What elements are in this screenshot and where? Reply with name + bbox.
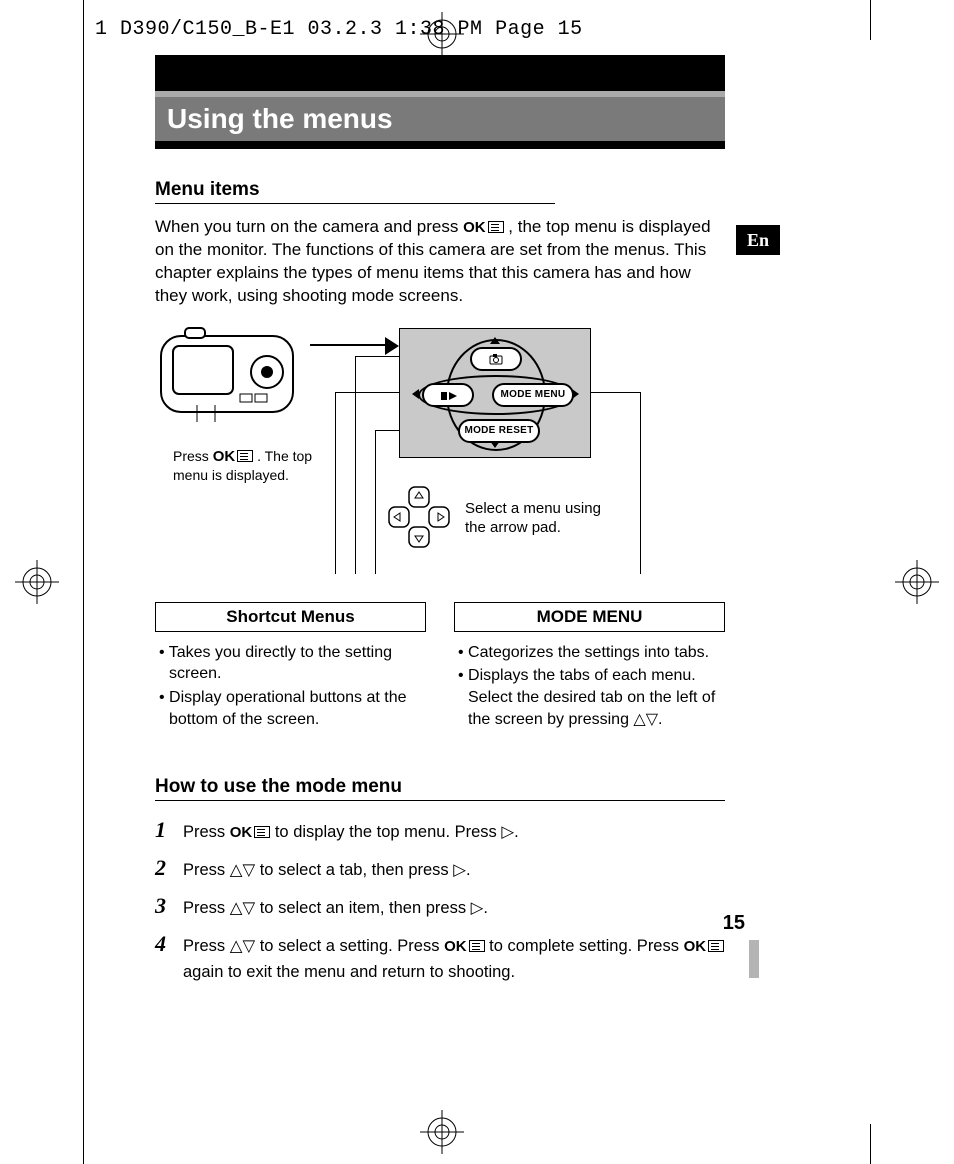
- connector-line: [375, 430, 376, 574]
- mode-menu-column: MODE MENU • Categorizes the settings int…: [454, 602, 725, 732]
- lcd-top-menu: MODE MENU MODE RESET: [399, 328, 591, 458]
- page-title: Using the menus: [155, 97, 725, 141]
- triangle-right-icon: [572, 389, 579, 399]
- arrow-pad-icon: [387, 485, 451, 549]
- crop-line: [870, 1124, 871, 1164]
- lcd-mode-reset: MODE RESET: [458, 419, 540, 443]
- camera-mode-icon: [489, 353, 503, 365]
- col-head-mode-menu: MODE MENU: [454, 602, 725, 632]
- ok-menu-icon: OK: [684, 935, 725, 958]
- camera-caption: Press OK . The top menu is displayed.: [173, 447, 333, 485]
- camera-illustration: [155, 322, 305, 427]
- connector-line: [355, 356, 356, 574]
- bullet: • Categorizes the settings into tabs.: [454, 642, 725, 664]
- intro-pre: When you turn on the camera and press: [155, 217, 463, 236]
- print-header: 1 D390/C150_B-E1 03.2.3 1:38 PM Page 15: [95, 18, 583, 41]
- flash-icon: [439, 389, 457, 401]
- crop-line: [870, 0, 871, 40]
- connector-line: [590, 392, 640, 393]
- registration-mark-icon: [420, 1110, 464, 1154]
- footer-tab: [749, 940, 759, 978]
- language-tab: En: [736, 225, 780, 255]
- connector-line: [335, 392, 399, 393]
- menu-type-columns: Shortcut Menus • Takes you directly to t…: [155, 602, 725, 732]
- ok-menu-icon: OK: [213, 447, 254, 467]
- intro-paragraph: When you turn on the camera and press OK…: [155, 216, 725, 308]
- title-band: Using the menus: [155, 55, 725, 149]
- ok-menu-icon: OK: [463, 218, 504, 238]
- connector-line: [355, 356, 399, 357]
- diagram-area: Press OK . The top menu is displayed.: [155, 322, 725, 572]
- connector-line: [335, 392, 336, 574]
- triangle-down-icon: [490, 441, 500, 448]
- content-area: En Using the menus Menu items When you t…: [155, 55, 725, 990]
- bullet: • Takes you directly to the setting scre…: [155, 642, 426, 685]
- triangle-up-icon: [490, 337, 500, 344]
- page-number: 15: [723, 912, 745, 935]
- connector-line: [640, 392, 641, 574]
- shortcut-menus-column: Shortcut Menus • Takes you directly to t…: [155, 602, 426, 732]
- steps-list: 1 Press OK to display the top menu. Pres…: [155, 813, 725, 985]
- bullet: • Displays the tabs of each menu. Select…: [454, 665, 725, 730]
- bullet: • Display operational buttons at the bot…: [155, 687, 426, 730]
- crop-line: [83, 0, 84, 1164]
- lcd-left-option: [422, 383, 474, 407]
- lcd-top-option: [470, 347, 522, 371]
- step-4: 4 Press △▽ to select a setting. Press OK…: [155, 927, 725, 985]
- step-2: 2 Press △▽ to select a tab, then press ▷…: [155, 851, 725, 885]
- registration-mark-icon: [15, 560, 59, 604]
- step-3: 3 Press △▽ to select an item, then press…: [155, 889, 725, 923]
- step-1: 1 Press OK to display the top menu. Pres…: [155, 813, 725, 847]
- section-menu-items: Menu items: [155, 179, 555, 204]
- arrow-head-icon: [385, 337, 399, 355]
- arrow-line: [310, 344, 390, 346]
- ok-menu-icon: OK: [444, 935, 485, 958]
- registration-mark-icon: [895, 560, 939, 604]
- page: 1 D390/C150_B-E1 03.2.3 1:38 PM Page 15 …: [0, 0, 954, 1164]
- col-head-shortcut: Shortcut Menus: [155, 602, 426, 632]
- triangle-left-icon: [412, 389, 419, 399]
- ok-menu-icon: OK: [230, 821, 271, 844]
- connector-line: [375, 430, 399, 431]
- dpad-caption: Select a menu using the arrow pad.: [465, 499, 625, 538]
- section-how-to: How to use the mode menu: [155, 776, 725, 801]
- lcd-mode-menu: MODE MENU: [492, 383, 574, 407]
